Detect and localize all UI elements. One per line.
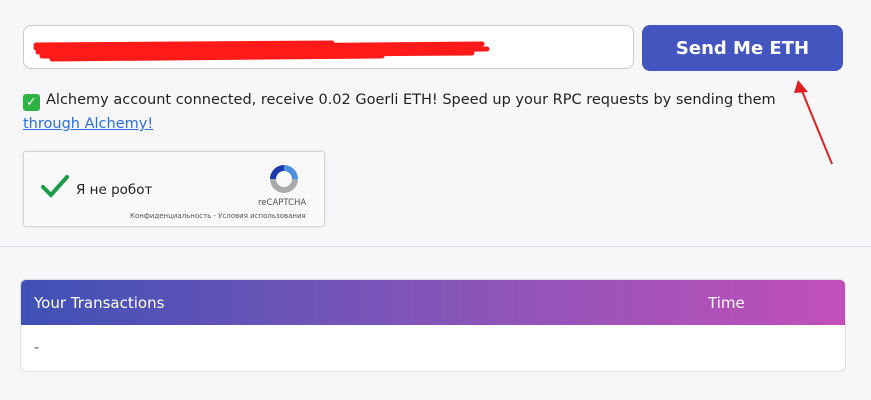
send-eth-button[interactable]: Send Me ETH	[642, 25, 843, 71]
transactions-table: Your Transactions Time -	[20, 279, 846, 372]
wallet-address-field[interactable]	[23, 25, 634, 69]
transactions-empty-row: -	[34, 340, 40, 356]
recaptcha-brand: reCAPTCHA	[258, 198, 307, 208]
recaptcha-checkmark-icon[interactable]	[40, 174, 70, 200]
annotation-arrow-icon	[794, 80, 833, 165]
transactions-table-header: Your Transactions Time	[21, 280, 845, 325]
recaptcha-logo-icon	[270, 165, 298, 193]
notice-text: Alchemy account connected, receive 0.02 …	[46, 92, 776, 108]
recaptcha-widget[interactable]: Я не робот reCAPTCHA Конфиденциальность …	[23, 151, 325, 227]
col-time: Time	[708, 294, 745, 312]
alchemy-notice: ✓ Alchemy account connected, receive 0.02…	[23, 88, 823, 136]
col-your-transactions: Your Transactions	[34, 294, 165, 312]
recaptcha-label: Я не робот	[76, 182, 153, 198]
check-mark-icon: ✓	[23, 94, 40, 111]
wallet-address-input[interactable]	[24, 26, 633, 68]
section-divider	[0, 246, 871, 247]
recaptcha-terms-link[interactable]: Конфиденциальность - Условия использован…	[130, 212, 306, 220]
through-alchemy-link[interactable]: through Alchemy!	[23, 116, 153, 132]
